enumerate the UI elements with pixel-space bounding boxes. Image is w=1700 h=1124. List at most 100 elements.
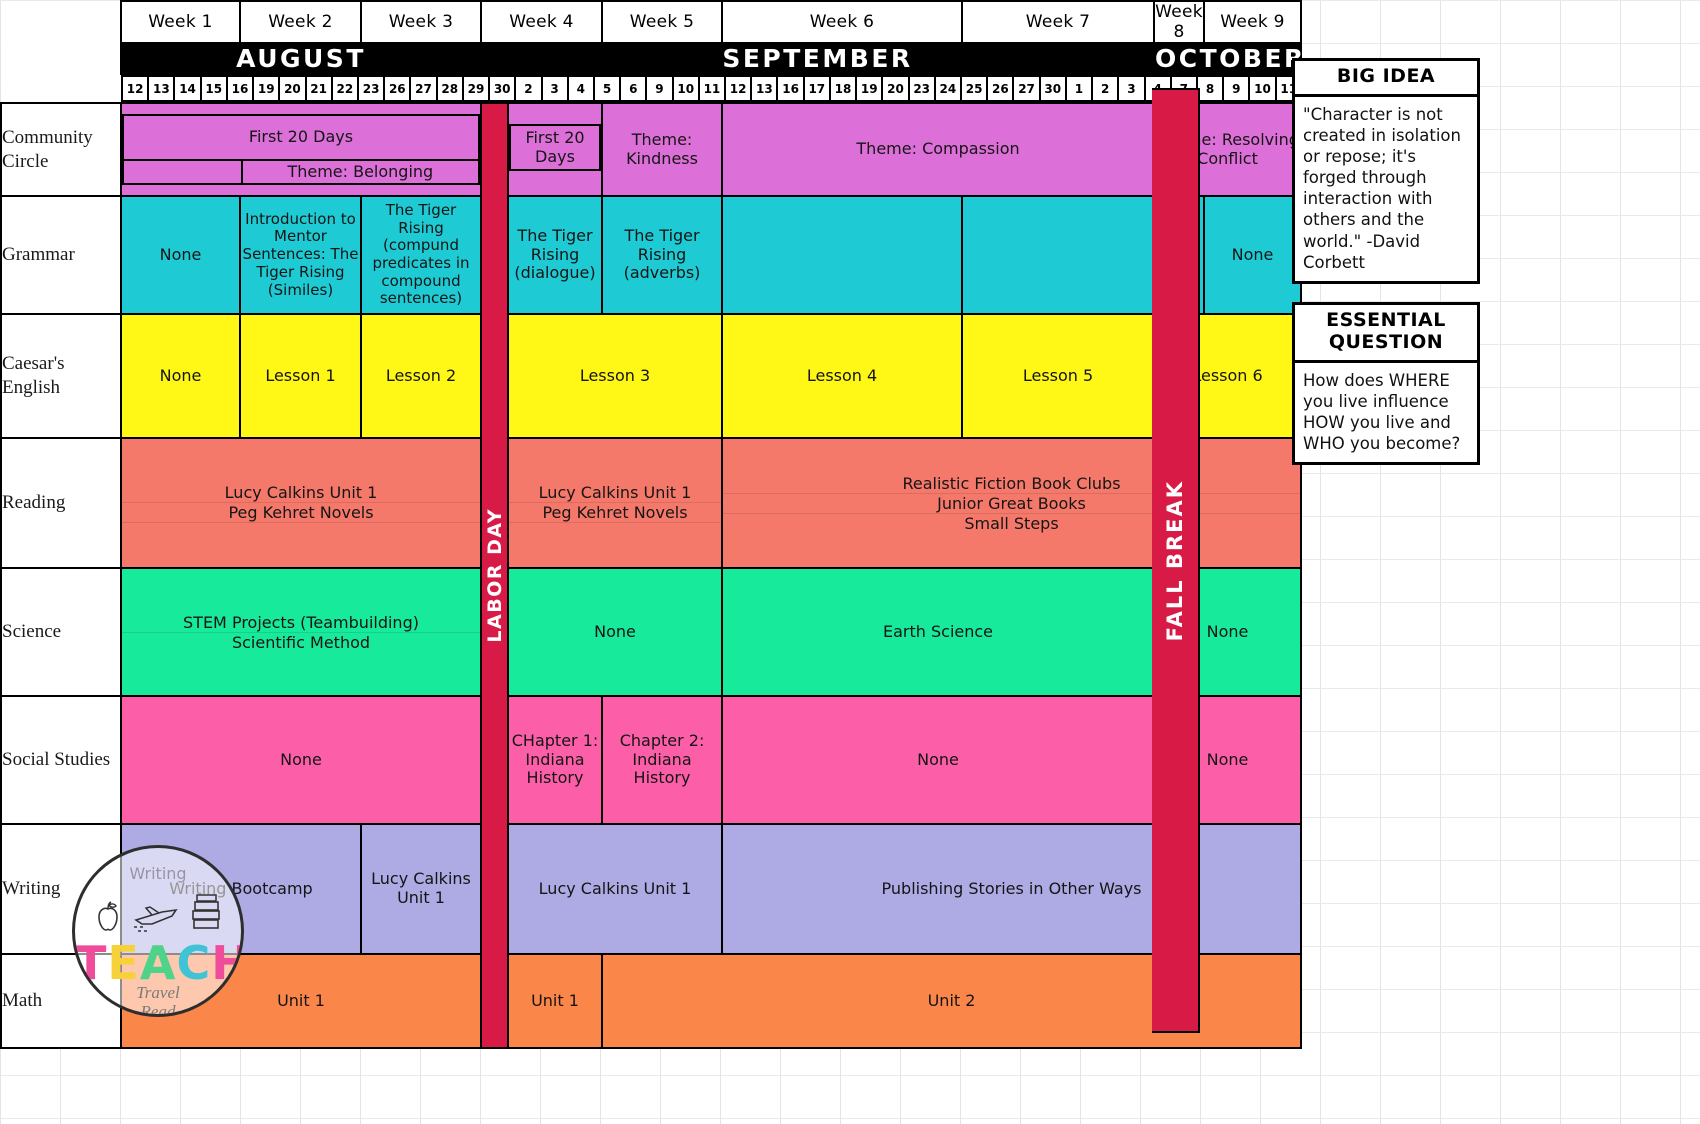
week-header-5: Week 5 — [601, 0, 724, 44]
cc-theme-compassion[interactable]: Theme: Compassion — [721, 102, 1156, 197]
essential-question-body[interactable]: How does WHERE you live influence HOW yo… — [1295, 363, 1477, 462]
math-week4[interactable]: Unit 1 — [506, 953, 604, 1049]
cc-week4-block: First 20 Days — [506, 102, 604, 197]
labor-day-label: LABOR DAY — [483, 508, 506, 643]
day-number-26: 26 — [986, 75, 1015, 102]
cc-blank-week4[interactable] — [510, 169, 601, 175]
row-caesars-english: Caesar's English None Lesson 1 Lesson 2 … — [0, 313, 1303, 439]
science-week45[interactable]: None — [506, 567, 724, 697]
cc-blank-w1[interactable] — [122, 158, 243, 186]
header-corner — [1, 1, 121, 43]
reading-week45-block[interactable]: Lucy Calkins Unit 1 Peg Kehret Novels — [506, 437, 724, 569]
reading-w45-line1: Lucy Calkins Unit 1 — [538, 483, 692, 502]
reading-w69-line2: Junior Great Books — [723, 492, 1301, 513]
grammar-week6[interactable] — [721, 195, 964, 315]
reading-week69-block[interactable]: Realistic Fiction Book Clubs Junior Grea… — [721, 437, 1303, 569]
reading-w45-line2: Peg Kehret Novels — [509, 502, 722, 522]
reading-pre-line3 — [122, 522, 480, 523]
subject-label-caesars-english: Caesar's English — [0, 313, 122, 439]
grammar-week7[interactable] — [961, 195, 1156, 315]
social-studies-week67[interactable]: None — [721, 695, 1156, 825]
caesars-week4[interactable]: Lesson 3 — [506, 313, 724, 439]
caesars-week6-7[interactable]: Lesson 5 — [961, 313, 1156, 439]
subject-label-writing: Writing — [0, 823, 122, 955]
day-number-9: 9 — [1222, 75, 1251, 102]
reading-w45-line3 — [509, 522, 722, 523]
day-number-1: 1 — [1064, 75, 1094, 102]
grammar-week3[interactable]: The Tiger Rising (compund predicates in … — [360, 195, 482, 315]
subject-label-math: Math — [0, 953, 122, 1049]
day-number-15: 15 — [199, 75, 228, 102]
day-number-10: 10 — [1248, 75, 1277, 102]
row-community-circle: Community Circle First 20 Days Theme: Be… — [0, 102, 1303, 1049]
day-corner — [1, 74, 121, 103]
subject-label-science: Science — [0, 567, 122, 697]
month-october: OCTOBER — [1153, 42, 1306, 75]
row-grammar: Grammar None Introduction to Mentor Sent… — [0, 195, 1303, 315]
month-september: SEPTEMBER — [479, 42, 1156, 75]
cc-theme-kindness[interactable]: Theme: Kindness — [601, 102, 724, 197]
math-pre[interactable]: Unit 1 — [120, 953, 482, 1049]
reading-pre-line2: Peg Kehret Novels — [122, 502, 480, 522]
big-idea-body[interactable]: "Character is not created in isolation o… — [1295, 97, 1477, 281]
week-header-8: Week 8 — [1153, 0, 1206, 44]
row-social-studies: Social Studies None CHapter 1: Indiana H… — [0, 695, 1303, 825]
week-header-1: Week 1 — [120, 0, 241, 44]
essential-question-box: ESSENTIAL QUESTION How does WHERE you li… — [1292, 302, 1480, 466]
social-studies-pre[interactable]: None — [120, 695, 482, 825]
reading-pre-line1: Lucy Calkins Unit 1 — [224, 483, 378, 502]
grammar-week9[interactable]: None — [1203, 195, 1303, 315]
day-number-27: 27 — [1012, 75, 1041, 102]
day-number-2: 2 — [514, 75, 543, 102]
day-number-30: 30 — [488, 75, 517, 102]
day-number-28: 28 — [435, 75, 464, 102]
subject-label-grammar: Grammar — [0, 195, 122, 315]
science-pre-line1: STEM Projects (Teambuilding) — [183, 612, 419, 632]
day-number-11: 11 — [697, 75, 727, 102]
row-science: Science STEM Projects (Teambuilding) Sci… — [0, 567, 1303, 697]
caesars-week5[interactable]: Lesson 4 — [721, 313, 964, 439]
reading-pre-block[interactable]: Lucy Calkins Unit 1 Peg Kehret Novels — [120, 437, 482, 569]
caesars-week3[interactable]: Lesson 2 — [360, 313, 482, 439]
day-number-12: 12 — [724, 75, 753, 102]
day-number-26: 26 — [383, 75, 412, 102]
grammar-week1[interactable]: None — [120, 195, 241, 315]
day-number-6: 6 — [619, 75, 648, 102]
week-header-6-7: Week 6 — [721, 0, 964, 44]
curriculum-pacing-table: Week 1 Week 2 Week 3 Week 4 Week 5 Week … — [0, 0, 1306, 1049]
grammar-week5[interactable]: The Tiger Rising (adverbs) — [601, 195, 724, 315]
writing-week45[interactable]: Lucy Calkins Unit 1 — [506, 823, 724, 955]
labor-day-bar: LABOR DAY — [480, 102, 509, 1049]
cc-first-20-days[interactable]: First 20 Days — [122, 113, 480, 161]
science-week67[interactable]: Earth Science — [721, 567, 1156, 697]
day-number-3: 3 — [1117, 75, 1146, 102]
caesars-week1[interactable]: None — [120, 313, 241, 439]
day-number-16: 16 — [225, 75, 255, 102]
row-reading: Reading Lucy Calkins Unit 1 Peg Kehret N… — [0, 437, 1303, 569]
day-number-12: 12 — [120, 75, 150, 102]
science-pre-block[interactable]: STEM Projects (Teambuilding) Scientific … — [120, 567, 482, 697]
caesars-week2[interactable]: Lesson 1 — [239, 313, 362, 439]
day-number-24: 24 — [933, 75, 963, 102]
grammar-week2[interactable]: Introduction to Mentor Sentences: The Ti… — [239, 195, 362, 315]
day-number-5: 5 — [592, 75, 622, 102]
writing-week3[interactable]: Lucy Calkins Unit 1 — [360, 823, 482, 955]
writing-week69[interactable]: Publishing Stories in Other Ways — [721, 823, 1303, 955]
month-header-row: AUGUST SEPTEMBER OCTOBER — [1, 42, 1306, 75]
social-studies-week5[interactable]: Chapter 2: Indiana History — [601, 695, 724, 825]
day-number-29: 29 — [461, 75, 491, 102]
week-header-2: Week 2 — [239, 0, 362, 44]
week-header-9: Week 9 — [1203, 0, 1303, 44]
day-number-22: 22 — [330, 75, 359, 102]
essential-question-title: ESSENTIAL QUESTION — [1295, 305, 1477, 363]
grammar-week4[interactable]: The Tiger Rising (dialogue) — [506, 195, 604, 315]
week-header-row: Week 1 Week 2 Week 3 Week 4 Week 5 Week … — [1, 0, 1303, 44]
subject-label-community-circle: Community Circle — [0, 102, 122, 197]
cc-theme-belonging[interactable]: Theme: Belonging — [240, 158, 481, 186]
row-writing: Writing Writing Bootcamp Lucy Calkins Un… — [0, 823, 1303, 955]
social-studies-week4[interactable]: CHapter 1: Indiana History — [506, 695, 604, 825]
planner-page: Week 1 Week 2 Week 3 Week 4 Week 5 Week … — [0, 0, 1700, 1124]
day-number-13: 13 — [147, 75, 176, 102]
writing-week12[interactable]: Writing Bootcamp — [120, 823, 362, 955]
cc-first-20-days-week4[interactable]: First 20 Days — [508, 124, 602, 171]
